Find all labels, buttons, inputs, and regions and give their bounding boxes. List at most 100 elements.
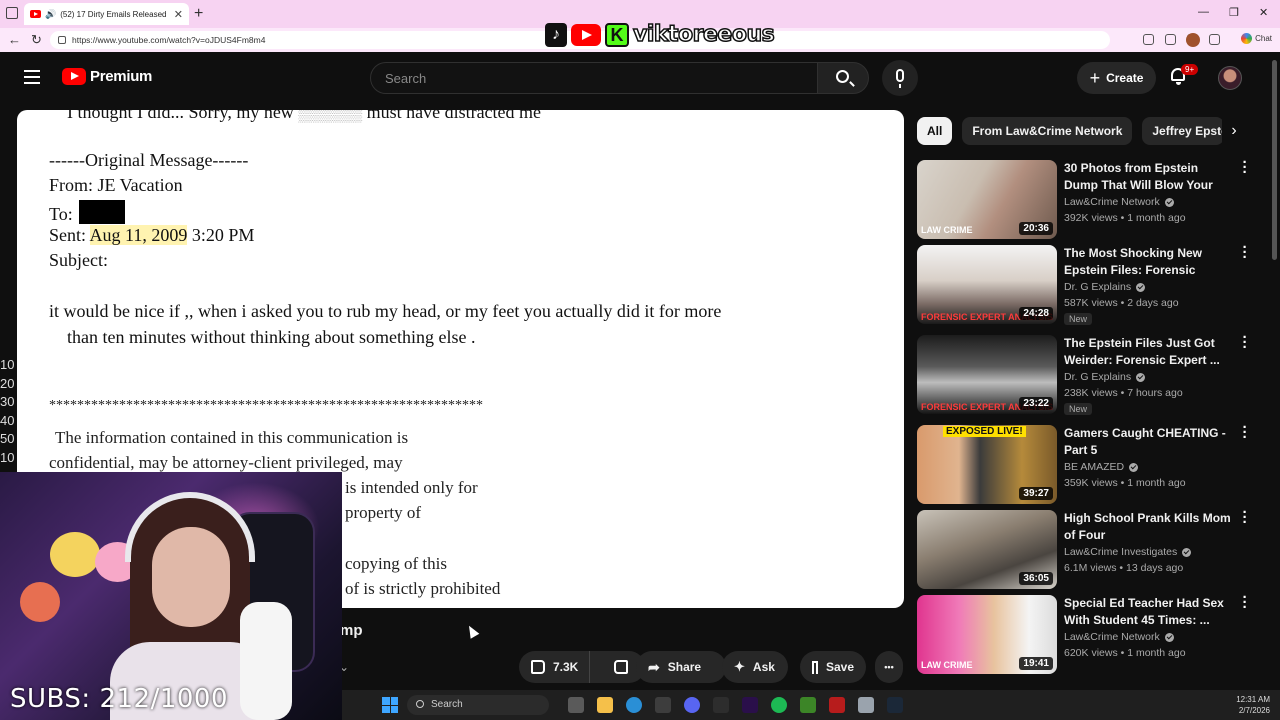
browser-profile-avatar[interactable]	[1186, 33, 1200, 47]
doc-to-label: To:	[49, 204, 73, 224]
new-tab-button[interactable]: +	[194, 5, 203, 23]
rec-title[interactable]: High School Prank Kills Mom of Four	[1064, 510, 1234, 543]
tab-close-icon[interactable]: ✕	[174, 8, 183, 21]
rec-meta: 620K views • 1 month ago	[1064, 647, 1186, 659]
more-actions-button[interactable]: •••	[875, 651, 903, 683]
extension-icon[interactable]	[1143, 34, 1154, 45]
webcam-plush-toy	[20, 582, 60, 622]
webcam-plush-toy	[50, 532, 100, 577]
doc-line-top-start: I thought I did... Sorry, my new	[67, 110, 294, 122]
rec-meta: 392K views • 1 month ago	[1064, 212, 1186, 224]
video-thumbnail[interactable]: FORENSIC EXPERT ANALYSIS 24:28	[917, 245, 1057, 324]
sidebar-tabs-icon[interactable]	[6, 7, 18, 19]
video-thumbnail[interactable]: 36:05	[917, 510, 1057, 589]
back-icon[interactable]: ←	[8, 32, 21, 47]
history-icon[interactable]	[1209, 34, 1220, 45]
browser-tab[interactable]: 🔊 (52) 17 Dirty Emails Released ✕	[24, 3, 189, 25]
search-button[interactable]	[817, 62, 869, 94]
task-view-icon[interactable]	[568, 697, 584, 713]
rec-channel[interactable]: Law&Crime Network	[1064, 631, 1174, 643]
more-options-icon[interactable]: · · ·	[1242, 240, 1248, 265]
rec-title[interactable]: The Epstein Files Just Got Weirder: Fore…	[1064, 335, 1234, 368]
video-thumbnail[interactable]: LAW CRIME 19:41	[917, 595, 1057, 674]
system-tray-clock[interactable]: 12:31 AM 2/7/2026	[1236, 694, 1270, 716]
minecraft-icon[interactable]	[800, 697, 816, 713]
premiere-icon[interactable]	[742, 697, 758, 713]
rec-channel[interactable]: BE AMAZED	[1064, 461, 1139, 473]
rec-channel[interactable]: Dr. G Explains	[1064, 281, 1146, 293]
mouse-cursor	[464, 623, 480, 639]
like-button[interactable]: 7.3K	[519, 651, 590, 683]
ask-button[interactable]: ✦ Ask	[722, 651, 788, 683]
doc-legal-4: property of	[345, 503, 422, 522]
video-thumbnail[interactable]: FORENSIC EXPERT ANALYSIS 23:22	[917, 335, 1057, 414]
browser-toolbar-icons	[1143, 34, 1220, 45]
more-options-icon[interactable]: · · ·	[1242, 155, 1248, 180]
rec-title[interactable]: Gamers Caught CHEATING - Part 5	[1064, 425, 1234, 458]
steam-icon[interactable]	[887, 697, 903, 713]
chat-button[interactable]: Chat	[1241, 33, 1272, 44]
list-item[interactable]: 36:05 High School Prank Kills Mom of Fou…	[917, 505, 1262, 590]
chip-from-channel[interactable]: From Law&Crime Network	[962, 117, 1133, 145]
app-icon[interactable]	[713, 697, 729, 713]
page-scrollbar[interactable]	[1272, 60, 1277, 260]
stream-overlay-logo: ♪ K viktoreeous	[545, 21, 775, 48]
copilot-icon	[1241, 33, 1253, 44]
more-options-icon[interactable]: · · ·	[1242, 330, 1248, 355]
list-item[interactable]: FORENSIC EXPERT ANALYSIS 24:28 The Most …	[917, 240, 1262, 325]
search-icon	[836, 70, 849, 83]
account-avatar[interactable]	[1218, 66, 1242, 90]
more-options-icon[interactable]: · · ·	[1242, 505, 1248, 530]
microphone-icon	[896, 69, 904, 88]
list-item[interactable]: FORENSIC EXPERT ANALYSIS 23:22 The Epste…	[917, 330, 1262, 415]
rec-title[interactable]: The Most Shocking New Epstein Files: For…	[1064, 245, 1234, 278]
maximize-button[interactable]: ❐	[1229, 6, 1239, 19]
discord-icon[interactable]	[684, 697, 700, 713]
doc-original-message: ------Original Message------	[49, 150, 249, 170]
list-item[interactable]: EXPOSED LIVE! 39:27 Gamers Caught CHEATI…	[917, 420, 1262, 505]
store-icon[interactable]	[655, 697, 671, 713]
save-button[interactable]: Save	[800, 651, 866, 683]
search-input[interactable]	[371, 63, 817, 93]
edge-icon[interactable]	[626, 697, 642, 713]
list-item[interactable]: LAW CRIME 20:36 30 Photos from Epstein D…	[917, 155, 1262, 240]
speaker-icon[interactable]: 🔊	[45, 9, 56, 20]
list-item[interactable]: LAW CRIME 19:41 Special Ed Teacher Had S…	[917, 590, 1262, 675]
video-thumbnail[interactable]: EXPOSED LIVE! 39:27	[917, 425, 1057, 504]
settings-gear-icon[interactable]	[858, 697, 874, 713]
youtube-favicon-icon	[30, 10, 41, 18]
spotify-icon[interactable]	[771, 697, 787, 713]
rec-channel[interactable]: Dr. G Explains	[1064, 371, 1146, 383]
site-info-icon[interactable]	[58, 36, 66, 44]
chip-all[interactable]: All	[917, 117, 953, 145]
app-icon[interactable]	[829, 697, 845, 713]
create-button[interactable]: + Create	[1077, 62, 1156, 94]
rec-title[interactable]: 30 Photos from Epstein Dump That Will Bl…	[1064, 160, 1234, 193]
rec-title[interactable]: Special Ed Teacher Had Sex With Student …	[1064, 595, 1234, 628]
tray-time: 12:31 AM	[1236, 695, 1270, 704]
share-label: Share	[667, 660, 702, 674]
rec-channel[interactable]: Law&Crime Investigates	[1064, 546, 1192, 558]
verified-icon	[1136, 372, 1146, 382]
doc-line-top: I thought I did... Sorry, my new ▒▒▒▒▒ m…	[67, 110, 541, 123]
voice-search-button[interactable]	[882, 60, 918, 96]
file-explorer-icon[interactable]	[597, 697, 613, 713]
menu-icon[interactable]	[24, 70, 40, 88]
bookmark-icon[interactable]	[1165, 34, 1176, 45]
share-button[interactable]: ➦ Share	[636, 651, 726, 683]
redaction-box	[78, 200, 125, 224]
chevron-right-icon[interactable]: ›	[1222, 117, 1246, 145]
minimize-button[interactable]: —	[1198, 6, 1209, 18]
chip-jeffrey-epstein[interactable]: Jeffrey Epstein	[1142, 117, 1225, 145]
rec-channel[interactable]: Law&Crime Network	[1064, 196, 1174, 208]
youtube-logo[interactable]: Premium	[62, 68, 152, 85]
doc-legal-1: The information contained in this commun…	[55, 428, 409, 447]
digit-row: 10	[0, 357, 15, 372]
more-options-icon[interactable]: · · ·	[1242, 590, 1248, 615]
more-options-icon[interactable]: · · ·	[1242, 420, 1248, 445]
taskbar-search[interactable]: Search	[407, 695, 549, 715]
close-window-button[interactable]: ✕	[1259, 6, 1268, 19]
reload-icon[interactable]: ↻	[31, 32, 42, 48]
video-thumbnail[interactable]: LAW CRIME 20:36	[917, 160, 1057, 239]
windows-start-icon[interactable]	[382, 697, 398, 713]
